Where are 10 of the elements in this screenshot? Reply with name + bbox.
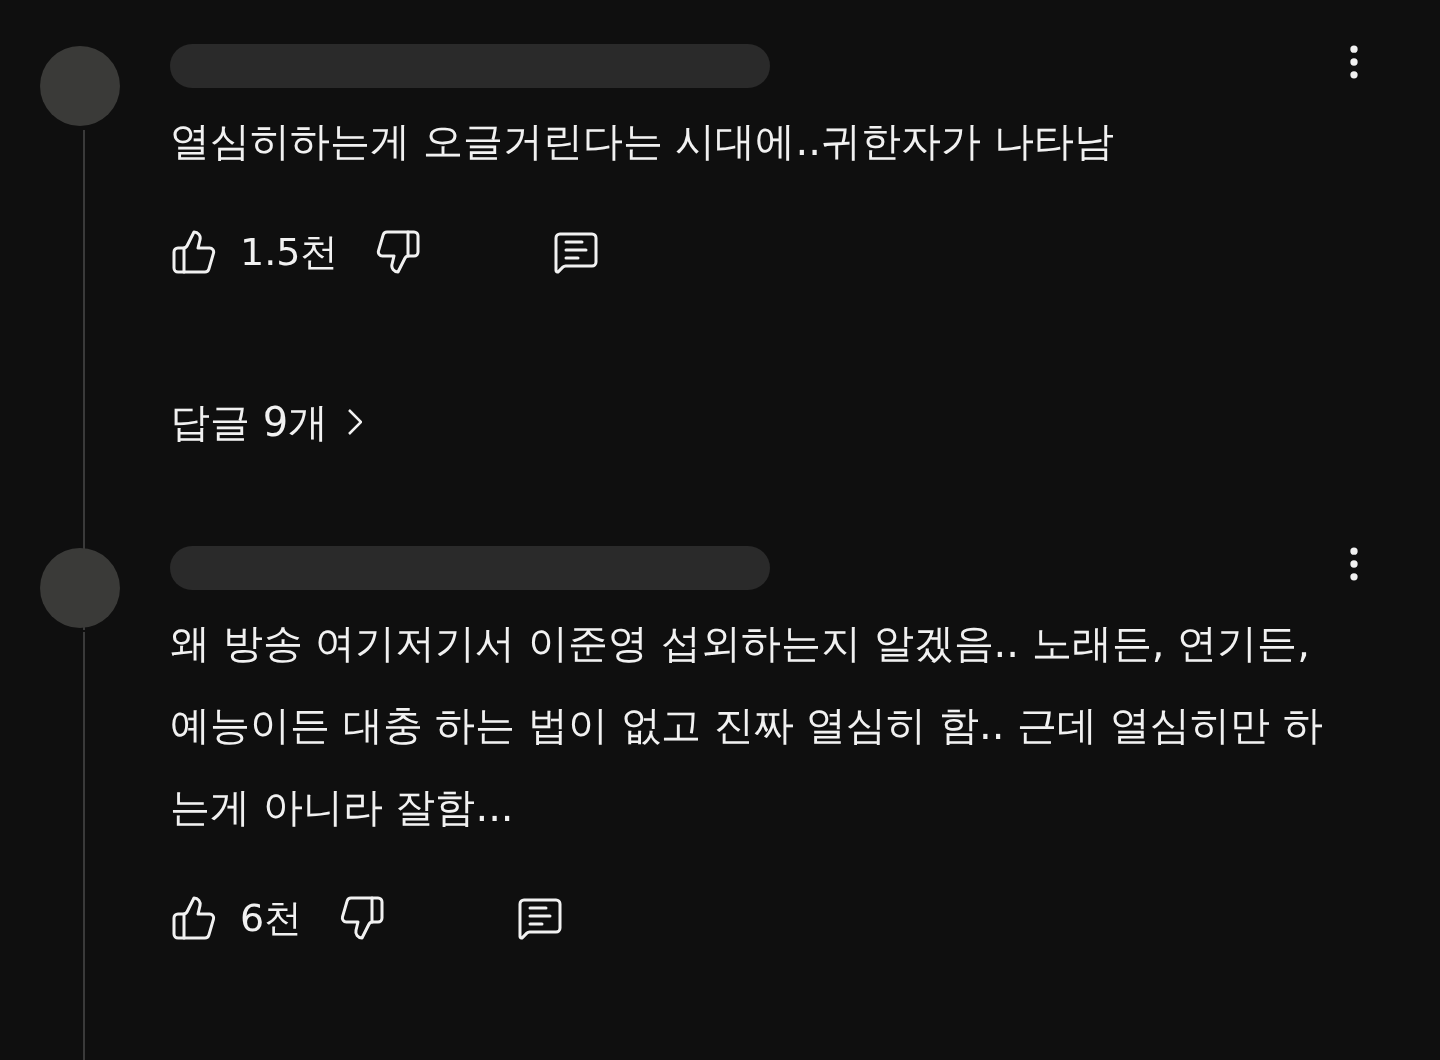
like-count: 6천: [240, 894, 303, 942]
like-icon[interactable]: [170, 228, 218, 276]
like-count: 1.5천: [240, 228, 339, 276]
like-icon[interactable]: [170, 894, 218, 942]
chevron-icon: [348, 409, 363, 435]
comment-text: 왜 방송 여기저기서 이준영 섭외하는지 알겠음.. 노래든, 연기든, 예능이든 대충 하는 법이 없고 진짜 열심히 함.. 근데 열심히만 하는게 아니라 잘함...: [170, 619, 1324, 832]
view-replies-link[interactable]: 답글 9개: [170, 392, 363, 452]
dislike-icon[interactable]: [338, 894, 387, 942]
comment-text: 열심히하는게 오글거린다는 시대에..귀한자가 나타남: [170, 117, 1115, 166]
dislike-icon[interactable]: [374, 228, 423, 276]
